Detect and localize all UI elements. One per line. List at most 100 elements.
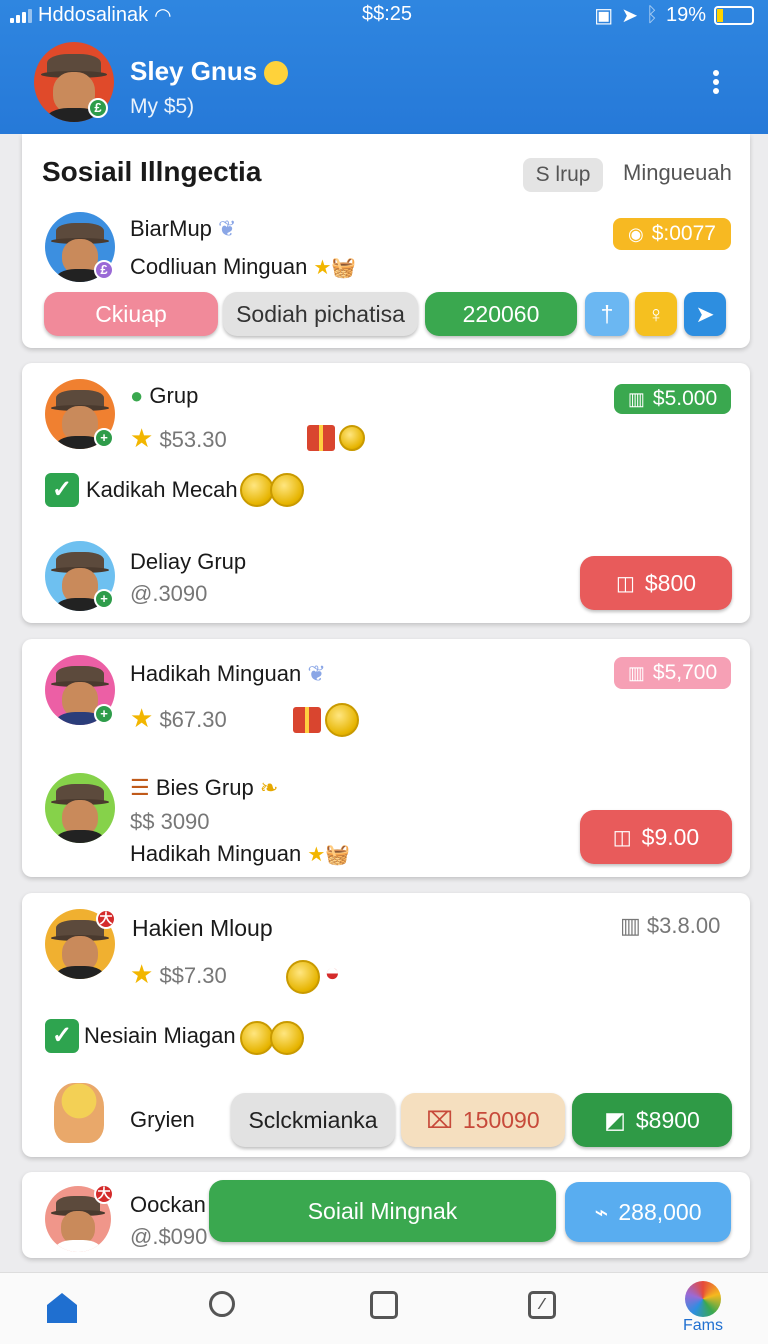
user-subtitle: Codliuan Minguan ★🧺 [130,254,357,279]
card-title: Sosiail Illngectia [42,156,262,187]
pink-action-button[interactable]: Ckiuap [44,292,218,336]
square-icon[interactable] [354,1285,414,1344]
share-icon[interactable]: † [585,292,629,336]
check-label: Nesiain Miagan [84,1023,236,1048]
value-badge: ▥ $5.000 [614,384,731,414]
online-badge: £ [88,98,108,118]
tag-icon: ⌁ [594,1198,609,1225]
checkbox[interactable]: ✓ [45,1019,79,1053]
green-action-button[interactable]: 220060 [425,292,577,336]
building-icon: ▥ [627,662,645,683]
nfc-icon: ▣ [594,5,614,27]
gray-action-button[interactable]: Sodiah pichatisa [223,292,418,336]
coins-icon [240,1021,304,1055]
alert-badge: 大 [94,1184,114,1204]
edit-icon[interactable]: ⁄ [512,1285,572,1344]
send-icon[interactable]: ➤ [684,292,726,336]
social-card: Sosiail Illngectia S lrup Mingueuah £ Bi… [22,134,750,348]
tab-weekly[interactable]: Mingueuah [623,160,732,186]
group-name: Gryien [130,1107,195,1132]
status-bar: Hddosalinak ◠ $$:25 ▣ ➤ ᛒ 19% [0,3,768,29]
star-icon: ★ [130,959,154,989]
user-name: BiarMup ❦ [130,216,237,241]
clock: $$:25 [362,3,413,25]
carrier-label: Hddosalinak [38,4,149,26]
location-icon: ➤ [621,5,638,27]
user-name: Sley Gnus [130,56,289,87]
alert-badge: 大 [96,909,116,929]
building-icon: ▥ [620,913,641,938]
ghost-icon: ❦ [307,661,326,686]
price-button[interactable]: ◫ $800 [580,556,732,610]
main-action-button[interactable]: Soiail Mingnak [209,1180,556,1242]
add-badge: + [94,589,114,609]
chat-icon: ◩ [604,1106,626,1133]
group-name: Deliay Grup [130,549,247,574]
more-vert-icon[interactable] [712,70,720,94]
group-card: 大 Hakien Mloup ★ $$7.30 ◒ ▥ $3.8.00 ✓ Ne… [22,893,750,1157]
check-label: Kadikah Mecah [86,477,238,502]
basket-icon: 🧺 [325,844,351,866]
star-icon: ★ [307,844,326,866]
gray-action-button[interactable]: Sclckmianka [231,1093,395,1147]
add-badge: + [94,428,114,448]
search-icon[interactable] [192,1285,252,1344]
coin-icon: ◒ [286,957,340,994]
wallet-icon: ◫ [612,826,632,849]
coupon-icon: ⌧ [426,1106,453,1133]
group-name: ● Grup [130,383,199,408]
coin-icon: ◉ [628,223,644,244]
emoji-icon: ● [130,383,144,408]
value-badge: ▥ $3.8.00 [620,913,721,938]
fams-tab[interactable]: Fams [673,1281,733,1341]
beige-action-button[interactable]: ⌧ 150090 [401,1093,565,1147]
group-card: 大 Oockan @.$090 Soiail Mingnak ⌁ 288,000 [22,1172,750,1258]
avatar[interactable] [45,773,115,843]
green-action-button[interactable]: ◩ $8900 [572,1093,732,1147]
bottom-nav: ⁄ Fams [0,1272,768,1344]
hands-icon [54,1083,104,1143]
group-card: + Hadikah Minguan ❦ ★ $67.30 ▥ $5,700 ☰ B… [22,639,750,877]
group-value: @.$090 [130,1224,208,1249]
fams-label: Fams [683,1317,723,1334]
gift-icon[interactable]: ♀ [635,292,677,336]
value-badge: ▥ $5,700 [614,657,731,689]
building-icon: ▥ [627,388,645,409]
wallet-icon: ◫ [615,572,635,595]
group-subtitle: Hadikah Minguan ★🧺 [130,841,351,866]
user-subtitle: My $5) [130,95,195,118]
badge-icon: £ [94,260,114,280]
group-name: Hadikah Minguan ❦ [130,661,326,686]
checkbox[interactable]: ✓ [45,473,79,507]
price-button[interactable]: ◫ $9.00 [580,810,732,864]
app-header: Hddosalinak ◠ $$:25 ▣ ➤ ᛒ 19% £ Sley Gnu… [0,0,768,134]
menu-icon: ☰ [130,775,150,800]
amount-button[interactable]: ⌁ 288,000 [565,1182,731,1242]
group-value: @.3090 [130,581,208,606]
add-badge: + [94,704,114,724]
group-value: $$ 3090 [130,809,210,834]
banana-icon: ❧ [259,775,279,800]
group-name: ☰ Bies Grup ❧ [130,775,279,800]
group-name: Hakien Mloup [132,915,273,941]
coins-icon [240,473,304,507]
group-value: ★ $67.30 [130,703,227,733]
signal-icon [10,8,32,23]
ghost-icon: ❦ [218,216,237,241]
group-card: + ● Grup ★ $53.30 ▥ $5.000 ✓ Kadikah Meca… [22,363,750,623]
bowl-icon: ◒ [324,957,341,987]
tab-group[interactable]: S lrup [523,158,603,192]
star-icon: ★ [313,257,332,279]
star-icon: ★ [130,423,154,453]
flower-icon [685,1281,721,1317]
group-name: Oockan [130,1192,206,1217]
value-badge: ◉ $:0077 [613,218,731,250]
chick-icon [264,61,289,86]
gift-icon [307,425,366,451]
bluetooth-icon: ᛒ [645,4,658,26]
battery-icon [714,6,754,25]
star-icon: ★ [130,703,154,733]
home-icon[interactable] [32,1285,92,1344]
basket-icon: 🧺 [331,257,357,279]
battery-percent: 19% [665,4,706,26]
